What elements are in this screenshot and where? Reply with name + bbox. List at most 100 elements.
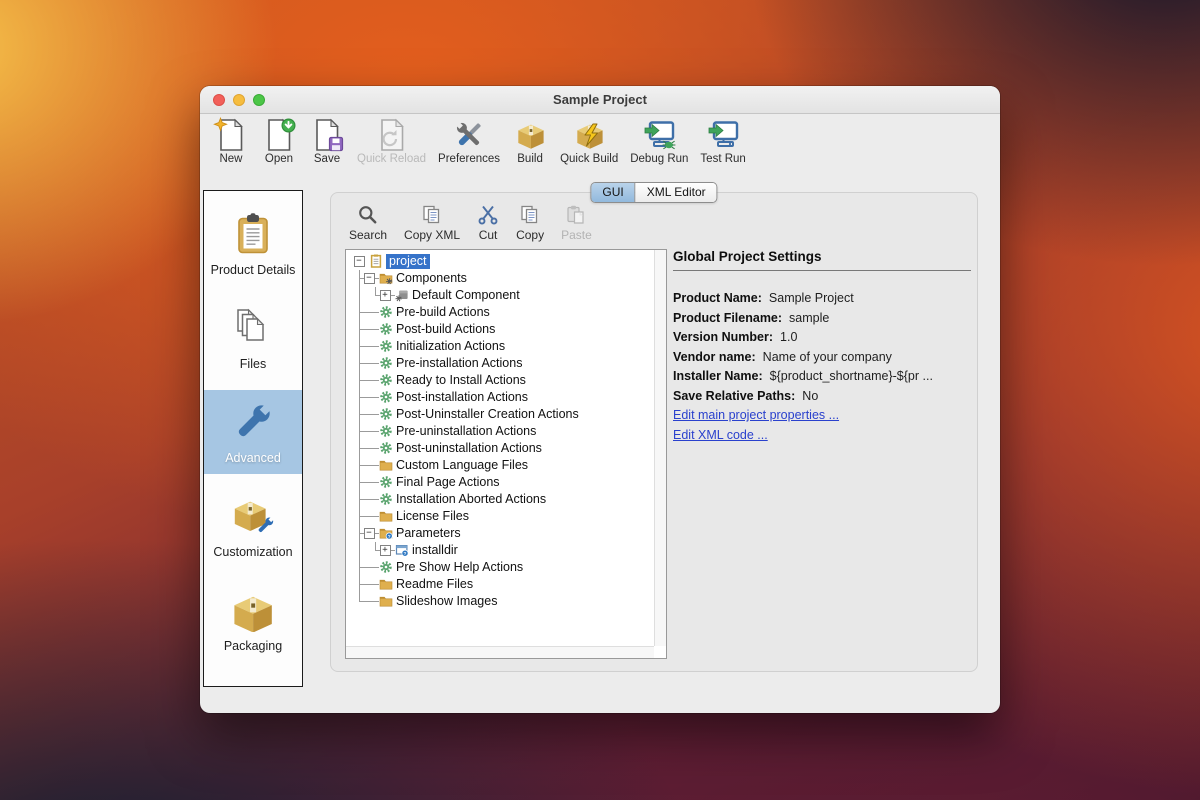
toolbar-button-new[interactable]: New: [213, 117, 249, 165]
sidebar-item-label: Product Details: [211, 263, 296, 277]
edit-button-copy-xml[interactable]: Copy XML: [404, 204, 460, 242]
tree-node-label: Slideshow Images: [396, 594, 497, 609]
gear-icon: [379, 390, 393, 404]
view-tab-gui[interactable]: GUI: [591, 183, 635, 202]
copy-xml-icon: [421, 204, 443, 226]
tree-node-post-uninstaller-creation-actions[interactable]: Post-Uninstaller Creation Actions: [349, 406, 652, 423]
tree-node-slideshow-images[interactable]: Slideshow Images: [349, 593, 652, 610]
open-document-icon: [261, 117, 297, 153]
new-document-icon: [213, 117, 249, 153]
toolbar-button-label: Build: [517, 153, 543, 165]
tree-node-components[interactable]: −Components: [349, 270, 652, 287]
tree-node-label: Installation Aborted Actions: [396, 492, 546, 507]
toolbar-button-quick-build[interactable]: Quick Build: [560, 117, 618, 165]
gear-icon: [379, 441, 393, 455]
toolbar-button-quick-reload[interactable]: Quick Reload: [357, 117, 426, 165]
tree-node-post-build-actions[interactable]: Post-build Actions: [349, 321, 652, 338]
tree-node-pre-build-actions[interactable]: Pre-build Actions: [349, 304, 652, 321]
settings-property-value: No: [802, 389, 818, 403]
quick-reload-icon: [374, 117, 410, 153]
tree-node-parameters[interactable]: −?Parameters: [349, 525, 652, 542]
tree-node-pre-uninstallation-actions[interactable]: Pre-uninstallation Actions: [349, 423, 652, 440]
folder-icon: [379, 577, 393, 591]
tree-node-post-installation-actions[interactable]: Post-installation Actions: [349, 389, 652, 406]
tree-node-label: License Files: [396, 509, 469, 524]
tree-node-pre-installation-actions[interactable]: Pre-installation Actions: [349, 355, 652, 372]
gear-icon: [379, 475, 393, 489]
toolbar-button-debug-run[interactable]: Debug Run: [630, 117, 688, 165]
tree-node-initialization-actions[interactable]: Initialization Actions: [349, 338, 652, 355]
minimize-window-button[interactable]: [233, 94, 245, 106]
debug-run-icon: [641, 117, 677, 153]
sidebar-item-advanced[interactable]: Advanced: [204, 390, 302, 474]
tree-node-post-uninstallation-actions[interactable]: Post-uninstallation Actions: [349, 440, 652, 457]
expand-toggle-icon[interactable]: +: [380, 545, 391, 556]
settings-property-row: Installer Name:${product_shortname}-${pr…: [673, 369, 971, 389]
settings-property-label: Installer Name:: [673, 369, 763, 383]
tree-node-label: Final Page Actions: [396, 475, 500, 490]
toolbar-button-label: Preferences: [438, 153, 500, 165]
edit-button-copy[interactable]: Copy: [516, 204, 544, 242]
settings-link-edit-main-project-properties[interactable]: Edit main project properties ...: [673, 408, 971, 428]
sidebar-item-label: Packaging: [224, 639, 282, 653]
project-tree: −project−Components+Default ComponentPre…: [349, 253, 652, 644]
settings-property-label: Product Name:: [673, 291, 762, 305]
window-titlebar[interactable]: Sample Project: [200, 86, 1000, 114]
sidebar-item-files[interactable]: Files: [204, 291, 302, 385]
expand-toggle-icon[interactable]: +: [380, 290, 391, 301]
svg-text:?: ?: [388, 534, 391, 540]
settings-property-value: sample: [789, 311, 829, 325]
sidebar-item-product-details[interactable]: Product Details: [204, 197, 302, 291]
paste-icon: [565, 204, 587, 226]
edit-button-search[interactable]: Search: [349, 204, 387, 242]
sidebar-item-packaging[interactable]: Packaging: [204, 573, 302, 667]
tree-node-ready-to-install-actions[interactable]: Ready to Install Actions: [349, 372, 652, 389]
collapse-toggle-icon[interactable]: −: [354, 256, 365, 267]
settings-property-value: 1.0: [780, 330, 797, 344]
tree-node-installation-aborted-actions[interactable]: Installation Aborted Actions: [349, 491, 652, 508]
component-icon: [395, 288, 409, 302]
tree-node-custom-language-files[interactable]: Custom Language Files: [349, 457, 652, 474]
edit-button-label: Copy XML: [404, 228, 460, 242]
sidebar-item-customization[interactable]: Customization: [204, 479, 302, 573]
tree-node-label: Post-installation Actions: [396, 390, 528, 405]
collapse-toggle-icon[interactable]: −: [364, 528, 375, 539]
tree-node-default-component[interactable]: +Default Component: [349, 287, 652, 304]
toolbar-button-test-run[interactable]: Test Run: [700, 117, 745, 165]
view-tab-xml-editor[interactable]: XML Editor: [636, 183, 717, 202]
tree-node-readme-files[interactable]: Readme Files: [349, 576, 652, 593]
box-icon: [231, 588, 275, 632]
settings-link-edit-xml-code[interactable]: Edit XML code ...: [673, 428, 971, 448]
tree-node-label: Pre Show Help Actions: [396, 560, 523, 575]
toolbar-button-label: Open: [265, 153, 293, 165]
edit-button-cut[interactable]: Cut: [477, 204, 499, 242]
gear-icon: [379, 356, 393, 370]
edit-button-label: Paste: [561, 228, 592, 242]
sidebar-item-label: Advanced: [225, 451, 281, 465]
settings-property-label: Vendor name:: [673, 350, 756, 364]
tree-node-project[interactable]: − project: [349, 253, 652, 270]
tree-node-installdir[interactable]: +?installdir: [349, 542, 652, 559]
edit-button-paste[interactable]: Paste: [561, 204, 592, 242]
tree-node-final-page-actions[interactable]: Final Page Actions: [349, 474, 652, 491]
close-window-button[interactable]: [213, 94, 225, 106]
toolbar-button-label: Quick Build: [560, 153, 618, 165]
folder-icon: [379, 594, 393, 608]
gear-icon: [379, 305, 393, 319]
tree-vertical-scrollbar[interactable]: [654, 250, 666, 646]
toolbar-button-open[interactable]: Open: [261, 117, 297, 165]
toolbar-button-save[interactable]: Save: [309, 117, 345, 165]
collapse-toggle-icon[interactable]: −: [364, 273, 375, 284]
zoom-window-button[interactable]: [253, 94, 265, 106]
toolbar-button-preferences[interactable]: Preferences: [438, 117, 500, 165]
settings-property-row: Version Number:1.0: [673, 330, 971, 350]
tree-node-label: Post-Uninstaller Creation Actions: [396, 407, 579, 422]
toolbar-button-build[interactable]: Build: [512, 117, 548, 165]
tree-node-pre-show-help-actions[interactable]: Pre Show Help Actions: [349, 559, 652, 576]
tree-horizontal-scrollbar[interactable]: [346, 646, 654, 658]
tree-node-label: project: [386, 254, 430, 269]
window-title: Sample Project: [200, 86, 1000, 114]
tree-node-license-files[interactable]: License Files: [349, 508, 652, 525]
toolbar-button-label: New: [219, 153, 242, 165]
folder-icon: [379, 509, 393, 523]
